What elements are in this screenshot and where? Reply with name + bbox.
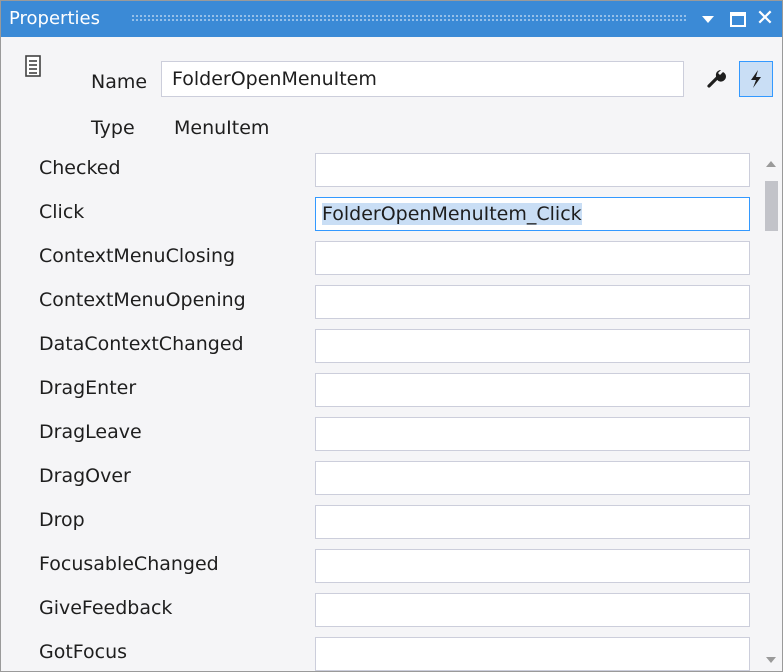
- event-handler-field[interactable]: [315, 461, 750, 495]
- wrench-icon: [707, 69, 726, 88]
- lightning-bolt-icon: [751, 70, 761, 88]
- event-name: ContextMenuClosing: [39, 245, 236, 267]
- close-icon[interactable]: ✕: [754, 8, 776, 30]
- event-handler-field[interactable]: [315, 285, 750, 319]
- event-handler-field[interactable]: [315, 329, 750, 363]
- title-bar[interactable]: Properties ✕: [1, 1, 782, 37]
- event-name: DragOver: [39, 465, 131, 487]
- event-row: DataContextChanged: [1, 325, 761, 369]
- event-handler-field[interactable]: [315, 593, 750, 627]
- event-handler-field[interactable]: [315, 373, 750, 407]
- selected-handler-text: FolderOpenMenuItem_Click: [322, 203, 582, 225]
- event-name: Drop: [39, 509, 85, 531]
- events-button[interactable]: [739, 61, 773, 97]
- event-handler-field[interactable]: [315, 637, 750, 671]
- event-name: Checked: [39, 157, 121, 179]
- event-row: DragOver: [1, 457, 761, 501]
- event-name: ContextMenuOpening: [39, 289, 246, 311]
- event-row: DragLeave: [1, 413, 761, 457]
- scroll-up-arrow-icon[interactable]: [766, 161, 776, 167]
- event-name: Click: [39, 201, 85, 223]
- event-name: GiveFeedback: [39, 597, 173, 619]
- event-row: GotFocus: [1, 633, 761, 671]
- event-row: Drop: [1, 501, 761, 545]
- event-handler-field[interactable]: [315, 549, 750, 583]
- name-input[interactable]: FolderOpenMenuItem: [161, 61, 684, 97]
- event-row: Checked: [1, 149, 761, 193]
- event-name: DragLeave: [39, 421, 142, 443]
- event-row: DragEnter: [1, 369, 761, 413]
- window-title: Properties: [9, 8, 100, 29]
- scroll-down-arrow-icon[interactable]: [766, 657, 776, 663]
- event-row: Click FolderOpenMenuItem_Click: [1, 193, 761, 237]
- property-page-icon: [25, 55, 41, 77]
- event-name: DataContextChanged: [39, 333, 244, 355]
- event-name: FocusableChanged: [39, 553, 219, 575]
- event-name: DragEnter: [39, 377, 137, 399]
- type-label: Type: [91, 117, 135, 139]
- event-row: ContextMenuOpening: [1, 281, 761, 325]
- type-value: MenuItem: [174, 117, 270, 139]
- event-row: GiveFeedback: [1, 589, 761, 633]
- event-row: FocusableChanged: [1, 545, 761, 589]
- maximize-icon[interactable]: [727, 8, 749, 30]
- event-handler-field[interactable]: [315, 153, 750, 187]
- event-grid: Checked Click FolderOpenMenuItem_Click C…: [1, 149, 761, 671]
- event-name: GotFocus: [39, 641, 128, 663]
- event-handler-field[interactable]: [315, 417, 750, 451]
- name-label: Name: [91, 71, 148, 93]
- event-handler-field[interactable]: [315, 505, 750, 539]
- event-handler-field-active[interactable]: FolderOpenMenuItem_Click: [315, 197, 750, 231]
- properties-window: Properties ✕ Name FolderOpenMenuItem Typ…: [0, 0, 783, 672]
- dropdown-triangle-icon[interactable]: [697, 8, 719, 30]
- scroll-thumb[interactable]: [765, 181, 778, 231]
- properties-button[interactable]: [699, 61, 733, 97]
- event-handler-field[interactable]: [315, 241, 750, 275]
- title-grip[interactable]: [131, 14, 686, 23]
- vertical-scrollbar[interactable]: [761, 149, 782, 671]
- event-row: ContextMenuClosing: [1, 237, 761, 281]
